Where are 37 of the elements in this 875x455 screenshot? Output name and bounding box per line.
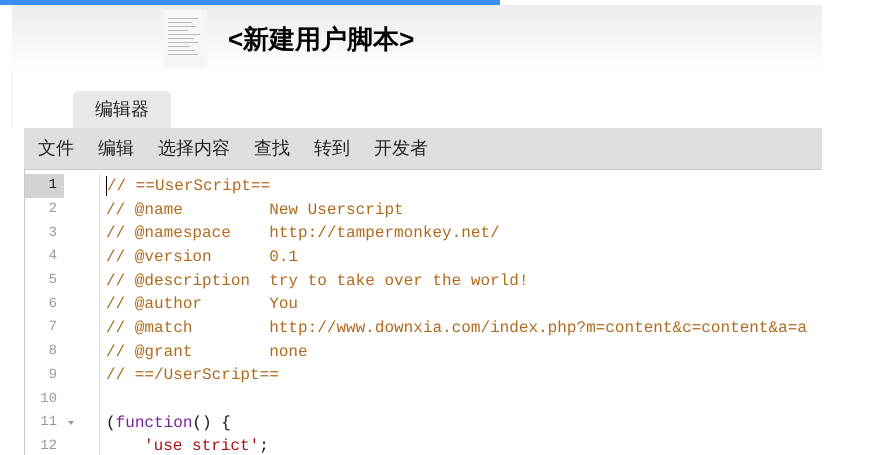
line-number: 11	[39, 413, 58, 432]
code-token: // ==UserScript==	[107, 176, 270, 197]
editor-tab[interactable]: 编辑器	[73, 91, 171, 128]
menu-item[interactable]: 查找	[254, 135, 290, 162]
menu-item[interactable]: 编辑	[98, 135, 134, 162]
code-token: // @grant none	[106, 342, 308, 363]
menu-item[interactable]: 文件	[38, 135, 74, 162]
line-number: 6	[48, 294, 58, 314]
line-number: 9	[48, 366, 58, 385]
code-token: ;	[259, 436, 269, 455]
fold-caret-icon[interactable]	[68, 420, 74, 425]
line-number: 8	[48, 342, 58, 362]
line-number: 4	[48, 247, 58, 266]
code-token: // @version 0.1	[106, 246, 298, 268]
menu-item[interactable]: 选择内容	[158, 135, 230, 162]
line-number: 3	[48, 224, 58, 243]
page-title: <新建用户脚本>	[228, 22, 414, 56]
code-token: () {	[192, 412, 231, 434]
code-token: // @name New Userscript	[106, 200, 404, 221]
code-token: // @namespace http://tampermonkey.net/	[106, 223, 500, 244]
line-number: 10	[39, 390, 58, 409]
menu-item[interactable]: 转到	[314, 135, 350, 162]
line-number: 1	[25, 174, 64, 198]
script-thumbnail-icon	[163, 10, 207, 68]
code-token: // @author You	[106, 294, 298, 316]
line-number: 2	[48, 200, 58, 220]
code-token: // ==/UserScript==	[106, 365, 279, 386]
text-cursor	[106, 176, 107, 196]
code-token: // @description try to take over the world!	[106, 270, 528, 292]
code-token: 'use strict'	[144, 436, 260, 455]
code-token: (	[106, 412, 116, 434]
code-token: function	[116, 412, 192, 434]
line-number: 5	[48, 271, 58, 290]
menu-item[interactable]: 开发者	[374, 135, 428, 162]
code-token: // @match http://www.downxia.com/index.php?m=content&c=content&a=a	[106, 318, 807, 339]
line-number: 7	[48, 318, 58, 338]
line-number: 12	[39, 436, 58, 455]
